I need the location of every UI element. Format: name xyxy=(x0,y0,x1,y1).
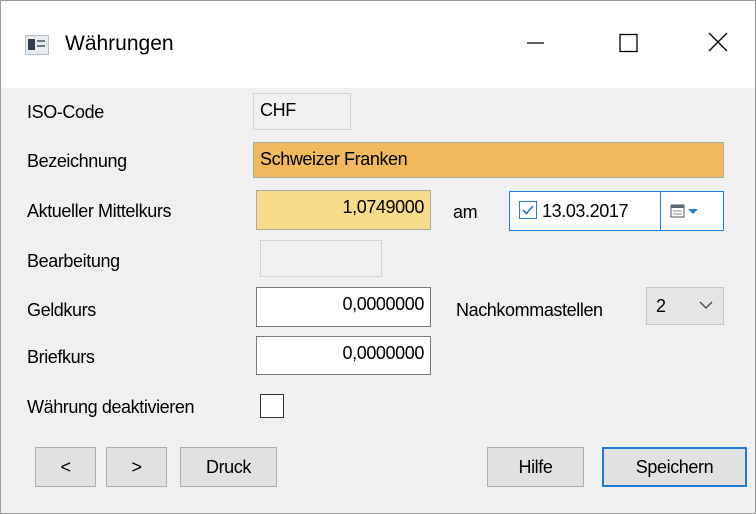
calendar-dropdown-button[interactable] xyxy=(662,192,723,230)
mittelkurs-field[interactable]: 1,0749000 xyxy=(256,190,431,230)
save-button[interactable]: Speichern xyxy=(602,447,747,487)
close-button[interactable] xyxy=(689,19,745,67)
date-value: 13.03.2017 xyxy=(542,201,629,221)
bezeichnung-label: Bezeichnung xyxy=(27,151,127,171)
previous-button[interactable]: < xyxy=(35,447,96,487)
minimize-button[interactable] xyxy=(507,19,563,67)
window-app-icon xyxy=(25,35,49,55)
deaktivieren-checkbox[interactable] xyxy=(260,394,284,418)
chevron-down-icon xyxy=(699,301,713,309)
geldkurs-field[interactable]: 0,0000000 xyxy=(256,287,431,327)
currency-dialog: Währungen ISO-Code CHF Bezeichnung Schwe… xyxy=(0,0,756,514)
minimize-icon xyxy=(527,42,544,44)
calendar-icon xyxy=(670,204,698,218)
deaktivieren-label: Währung deaktivieren xyxy=(27,397,195,417)
window-title: Währungen xyxy=(65,32,174,55)
geldkurs-label: Geldkurs xyxy=(27,300,96,320)
checkmark-icon xyxy=(522,205,534,215)
am-label: am xyxy=(453,202,478,222)
date-picker[interactable]: 13.03.2017 xyxy=(509,191,724,231)
bearbeitung-label: Bearbeitung xyxy=(27,251,120,271)
date-checkbox[interactable] xyxy=(519,201,537,219)
title-bar: Währungen xyxy=(1,1,755,88)
bezeichnung-field[interactable]: Schweizer Franken xyxy=(253,142,724,178)
briefkurs-label: Briefkurs xyxy=(27,347,95,367)
maximize-button[interactable] xyxy=(599,19,655,67)
bearbeitung-field[interactable] xyxy=(260,240,382,277)
nachkommastellen-value: 2 xyxy=(656,296,667,316)
nachkommastellen-label: Nachkommastellen xyxy=(456,300,603,320)
maximize-icon xyxy=(619,33,638,53)
print-button[interactable]: Druck xyxy=(180,447,277,487)
iso-code-field[interactable]: CHF xyxy=(253,93,351,130)
nachkommastellen-select[interactable]: 2 xyxy=(646,287,724,325)
next-button[interactable]: > xyxy=(106,447,167,487)
help-button[interactable]: Hilfe xyxy=(487,447,584,487)
briefkurs-field[interactable]: 0,0000000 xyxy=(256,336,431,375)
iso-code-label: ISO-Code xyxy=(27,102,104,122)
close-icon xyxy=(708,32,728,52)
mittelkurs-label: Aktueller Mittelkurs xyxy=(27,201,172,221)
